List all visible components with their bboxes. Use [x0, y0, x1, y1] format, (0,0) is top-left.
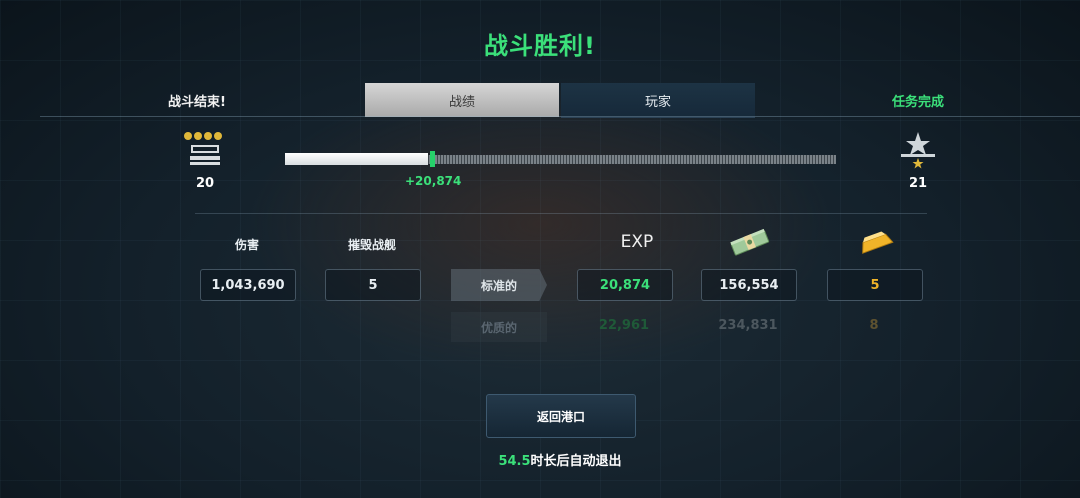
standard-credits-value: 156,554	[701, 269, 797, 301]
exp-label: EXP	[620, 232, 654, 252]
next-rank-level: 21	[908, 176, 928, 191]
rank-insignia-4-stars-icon	[184, 132, 222, 165]
return-to-port-button[interactable]: 返回港口	[486, 394, 636, 438]
auto-exit-countdown: 54.5时长后自动退出	[0, 450, 1080, 469]
next-rank: 21	[893, 130, 943, 191]
xp-gain: +20,874	[405, 174, 462, 188]
damage-value: 1,043,690	[200, 269, 296, 301]
xp-progress-bar	[285, 151, 836, 167]
standard-gold-value: 5	[827, 269, 923, 301]
tab-stats[interactable]: 战绩	[365, 83, 559, 117]
standard-reward-label: 标准的	[451, 269, 547, 301]
battle-victory-title: 战斗胜利!	[484, 32, 596, 60]
auto-exit-text: 时长后自动退出	[530, 454, 622, 469]
header-divider	[40, 116, 1080, 117]
premium-reward-label: 优质的	[451, 312, 547, 342]
premium-gold-value: 8	[869, 318, 879, 333]
ships-destroyed-label: 摧毁战舰	[347, 238, 396, 252]
mission-complete-label: 任务完成	[892, 95, 945, 110]
gold-bar-icon	[854, 228, 898, 258]
premium-credits-value: 234,831	[718, 318, 778, 333]
xp-fill	[285, 153, 428, 165]
section-divider	[195, 213, 927, 214]
xp-marker	[430, 151, 435, 167]
battle-end-label: 战斗结束!	[168, 95, 226, 110]
auto-exit-seconds: 54.5	[498, 454, 531, 469]
cash-bundle-icon	[728, 228, 772, 258]
current-rank: 20	[180, 130, 230, 191]
premium-exp-value: 22,961	[598, 318, 650, 333]
rank-insignia-star-icon	[901, 132, 935, 169]
ships-destroyed-value: 5	[325, 269, 421, 301]
standard-exp-value: 20,874	[577, 269, 673, 301]
header-row: 战斗结束! 战绩 玩家 任务完成	[0, 83, 1080, 118]
tab-players[interactable]: 玩家	[561, 83, 755, 118]
damage-label: 伤害	[234, 238, 259, 252]
current-rank-level: 20	[195, 176, 215, 191]
